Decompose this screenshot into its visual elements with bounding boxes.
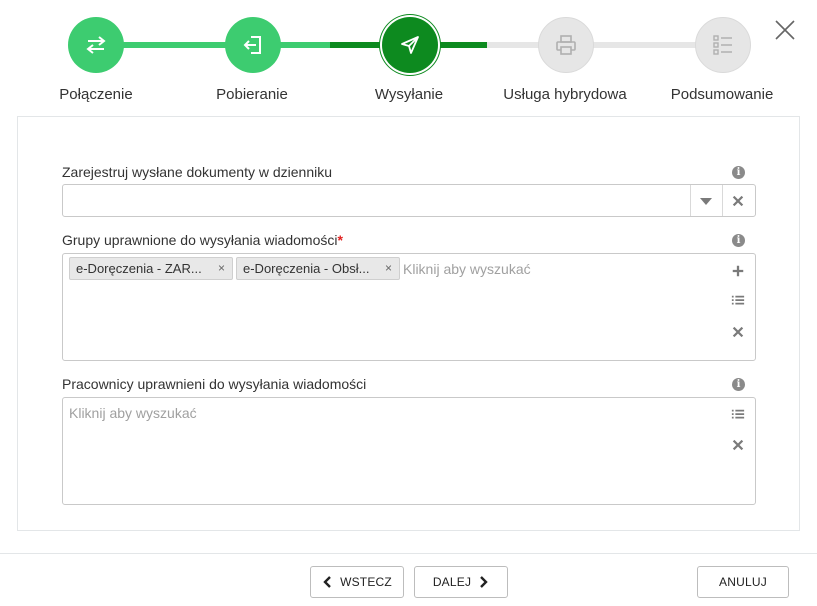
workers-multiselect[interactable]: Kliknij aby wyszukać: [62, 397, 756, 505]
clear-icon[interactable]: [731, 438, 745, 452]
chevron-down-icon[interactable]: [700, 198, 712, 205]
groups-search-input[interactable]: Kliknij aby wyszukać: [403, 261, 531, 277]
cancel-button-label: ANULUJ: [719, 575, 767, 589]
group-tag: e-Doręczenia - ZAR... ×: [69, 257, 233, 280]
remove-tag-icon[interactable]: ×: [385, 261, 392, 275]
groups-label-text: Grupy uprawnione do wysyłania wiadomości: [62, 232, 338, 248]
step-circle-usluga-hybrydowa[interactable]: [538, 17, 594, 73]
groups-label: Grupy uprawnione do wysyłania wiadomości…: [62, 232, 343, 248]
step-circle-pobieranie[interactable]: [225, 17, 281, 73]
workers-search-input[interactable]: Kliknij aby wyszukać: [69, 405, 197, 421]
step-label-pobieranie: Pobieranie: [216, 86, 288, 103]
list-icon[interactable]: [731, 408, 745, 422]
wizard-dialog: Połączenie Pobieranie Wysyłanie Usługa h…: [0, 0, 817, 606]
form-panel: Zarejestruj wysłane dokumenty w dziennik…: [17, 116, 800, 531]
step-circle-wysylanie[interactable]: [382, 17, 438, 73]
divider: [690, 185, 691, 216]
back-button-label: WSTECZ: [340, 575, 392, 589]
step-label-usluga-hybrydowa: Usługa hybrydowa: [503, 86, 627, 103]
checklist-icon: [713, 35, 732, 55]
step-circle-polaczenie[interactable]: [68, 17, 124, 73]
step-circle-podsumowanie[interactable]: [695, 17, 751, 73]
back-button[interactable]: WSTECZ: [310, 566, 404, 598]
step-connector-1: [123, 42, 227, 48]
next-button-label: DALEJ: [432, 575, 472, 589]
plus-icon[interactable]: [731, 264, 745, 278]
step-label-polaczenie: Połączenie: [59, 86, 133, 103]
register-journal-select[interactable]: [62, 184, 756, 217]
register-journal-label: Zarejestruj wysłane dokumenty w dziennik…: [62, 164, 333, 180]
step-label-wysylanie: Wysyłanie: [374, 86, 444, 103]
transfer-arrows-icon: [86, 36, 106, 54]
step-connector-2: [280, 42, 330, 48]
footer-divider: [0, 553, 817, 554]
chevron-left-icon: [323, 576, 331, 588]
group-tag-label: e-Doręczenia - Obsł...: [243, 261, 370, 276]
group-tag: e-Doręczenia - Obsł... ×: [236, 257, 400, 280]
info-icon[interactable]: i: [732, 378, 745, 391]
wizard-stepper: Połączenie Pobieranie Wysyłanie Usługa h…: [0, 0, 817, 115]
printer-icon: [556, 35, 576, 55]
step-connector-4: [593, 42, 697, 48]
required-marker: *: [337, 232, 343, 248]
divider: [722, 185, 723, 216]
step-connector-3: [437, 42, 487, 48]
info-icon[interactable]: i: [732, 234, 745, 247]
groups-multiselect[interactable]: e-Doręczenia - ZAR... × e-Doręczenia - O…: [62, 253, 756, 361]
paper-plane-icon: [401, 36, 419, 54]
step-connector-3b: [487, 42, 541, 48]
sign-in-icon: [243, 36, 261, 54]
remove-tag-icon[interactable]: ×: [218, 261, 225, 275]
clear-icon[interactable]: [731, 194, 745, 208]
list-icon[interactable]: [731, 294, 745, 308]
group-tag-label: e-Doręczenia - ZAR...: [76, 261, 202, 276]
step-label-podsumowanie: Podsumowanie: [670, 86, 774, 103]
next-button[interactable]: DALEJ: [414, 566, 508, 598]
close-icon[interactable]: [774, 19, 796, 41]
step-connector-2b: [330, 42, 384, 48]
chevron-right-icon: [480, 576, 488, 588]
info-icon[interactable]: i: [732, 166, 745, 179]
workers-label: Pracownicy uprawnieni do wysyłania wiado…: [62, 376, 367, 392]
cancel-button[interactable]: ANULUJ: [697, 566, 789, 598]
clear-icon[interactable]: [731, 325, 745, 339]
